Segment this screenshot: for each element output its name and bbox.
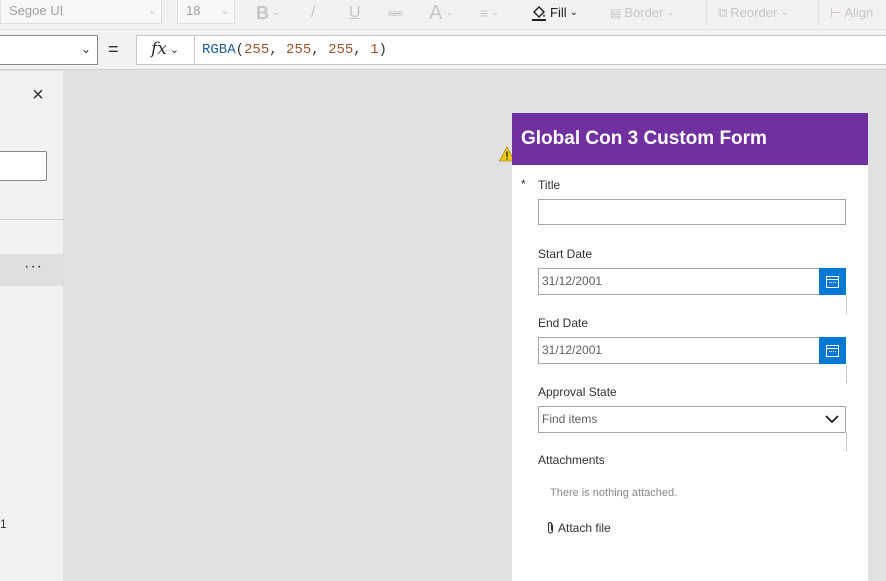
reorder-label: Reorder: [730, 5, 778, 20]
bold-label: B: [256, 3, 269, 23]
scroll-indicator: [846, 365, 847, 383]
paint-bucket-icon: [532, 6, 546, 21]
attachments-label: Attachments: [538, 453, 605, 467]
end-date-calendar-button[interactable]: [819, 337, 846, 364]
approval-state-label: Approval State: [538, 385, 617, 399]
calendar-icon: [826, 344, 839, 357]
more-options-icon[interactable]: ···: [24, 258, 43, 276]
close-icon[interactable]: ×: [28, 85, 48, 105]
border-label: Border: [624, 5, 664, 20]
underline-button[interactable]: U: [349, 0, 361, 26]
title-input[interactable]: [538, 199, 846, 225]
formula-arg-green: 255: [286, 42, 312, 58]
align-button[interactable]: ⊢ Align: [830, 0, 873, 26]
toolbar-divider: [818, 0, 819, 26]
formula-arg-red: 255: [244, 42, 270, 58]
end-date-label: End Date: [538, 316, 589, 330]
font-size-value: 18: [186, 3, 201, 18]
formula-bar: ⌄ = fx ⌄ RGBA(255, 255, 255, 1): [0, 30, 886, 70]
text-align-button[interactable]: ≡ ⌄: [480, 0, 500, 26]
end-date-value: 31/12/2001: [542, 343, 603, 357]
formula-arg-alpha: 1: [370, 42, 379, 58]
property-select[interactable]: ⌄: [0, 35, 98, 65]
search-input[interactable]: [0, 151, 47, 181]
chevron-down-icon: ⌄: [780, 7, 789, 18]
start-date-label: Start Date: [538, 247, 593, 261]
border-button[interactable]: ▤ Border ⌄: [610, 0, 675, 26]
align-lines-icon: ≡: [480, 5, 489, 21]
formula-arg-blue: 255: [328, 42, 354, 58]
chevron-down-icon: ⌄: [569, 7, 578, 18]
chevron-down-icon: ⌄: [491, 7, 500, 18]
fill-label: Fill: [550, 5, 567, 20]
calendar-icon: [826, 275, 839, 288]
italic-button[interactable]: /: [311, 0, 315, 26]
align-icon: ⊢: [830, 5, 842, 20]
strikethrough-button[interactable]: abc: [388, 0, 403, 26]
paperclip-icon: [547, 522, 554, 534]
tree-item-number: 1: [0, 517, 7, 531]
formula-input[interactable]: RGBA(255, 255, 255, 1): [194, 35, 886, 65]
font-color-label: A: [429, 2, 443, 24]
scroll-indicator: [846, 433, 847, 451]
left-panel: × ··· 1: [0, 71, 64, 581]
underline-label: U: [349, 4, 361, 21]
font-family-select[interactable]: Segoe UI ⌄: [0, 0, 162, 24]
font-family-value: Segoe UI: [9, 3, 64, 18]
border-icon: ▤: [610, 6, 622, 20]
italic-label: /: [311, 4, 316, 21]
strikethrough-label: abc: [388, 8, 403, 18]
ribbon-toolbar: Segoe UI ⌄ 18 ⌄ B ⌄ / U abc A ⌄ ≡ ⌄ Fill…: [0, 0, 886, 30]
chevron-down-icon: ⌄: [220, 5, 230, 17]
start-date-value: 31/12/2001: [542, 274, 603, 288]
chevron-down-icon: ⌄: [445, 7, 454, 18]
start-date-picker[interactable]: 31/12/2001: [538, 268, 846, 295]
approval-state-combobox[interactable]: Find items: [538, 406, 846, 433]
required-mark: *: [521, 177, 526, 191]
chevron-down-icon[interactable]: [825, 414, 839, 424]
formula-function: RGBA: [202, 42, 236, 58]
chevron-down-icon: ⌄: [80, 42, 91, 56]
reorder-button[interactable]: ⧉ Reorder ⌄: [718, 0, 789, 26]
form-header: Global Con 3 Custom Form: [512, 113, 868, 165]
font-size-select[interactable]: 18 ⌄: [177, 0, 235, 24]
align-label: Align: [844, 5, 874, 20]
approval-state-placeholder: Find items: [542, 412, 598, 426]
fx-icon: fx: [151, 39, 167, 59]
chevron-down-icon: ⌄: [666, 7, 675, 18]
form-title: Global Con 3 Custom Form: [521, 128, 767, 149]
toolbar-divider: [706, 0, 707, 26]
attach-file-label: Attach file: [558, 521, 611, 535]
attachments-empty-message: There is nothing attached.: [550, 487, 678, 499]
tree-item-selected[interactable]: ···: [0, 254, 64, 286]
reorder-icon: ⧉: [718, 5, 728, 20]
fx-button[interactable]: fx ⌄: [136, 35, 194, 65]
chevron-down-icon: ⌄: [147, 5, 157, 17]
panel-divider: [0, 219, 64, 220]
scroll-indicator: [846, 296, 847, 314]
equals-sign: =: [108, 39, 119, 59]
chevron-down-icon: ⌄: [272, 7, 281, 18]
chevron-down-icon: ⌄: [169, 43, 180, 56]
fill-button[interactable]: Fill ⌄: [531, 0, 578, 26]
font-color-button[interactable]: A ⌄: [429, 0, 454, 26]
title-label: Title: [538, 178, 561, 192]
attach-file-button[interactable]: Attach file: [546, 521, 611, 535]
end-date-picker[interactable]: 31/12/2001: [538, 337, 846, 364]
custom-form: Global Con 3 Custom Form * Title Start D…: [512, 113, 868, 581]
start-date-calendar-button[interactable]: [819, 268, 846, 295]
bold-button[interactable]: B ⌄: [256, 0, 280, 26]
